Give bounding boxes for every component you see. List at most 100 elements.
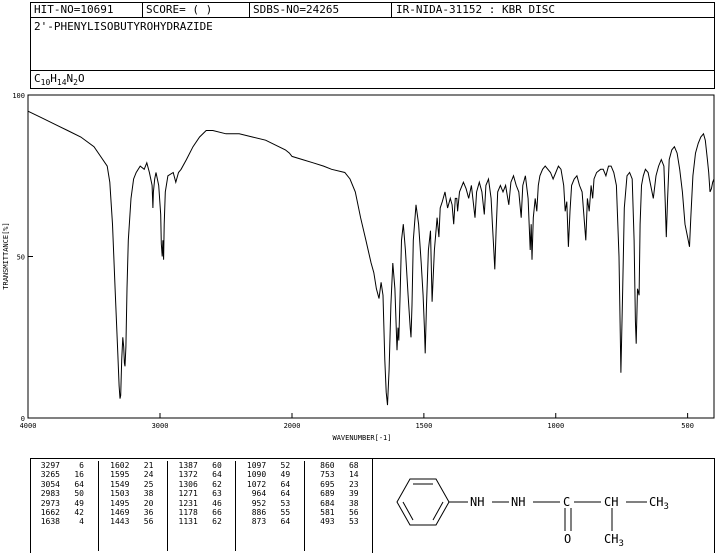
peak-wavenumber: 1638 [40,517,60,527]
peak-transmittance: 55 [280,508,291,518]
peak-row: 1090 49 [242,470,290,479]
carbonyl-carbon-label: C [563,495,570,509]
peak-transmittance: 42 [74,508,84,518]
peak-row: 1131 62 [174,517,222,526]
peak-row: 1443 56 [105,517,153,526]
peak-row: 1387 60 [174,461,222,470]
y-axis-label: TRANSMITTANCE[%] [2,222,10,289]
x-tick-label: 1000 [547,422,564,430]
y-tick-label: 50 [17,254,25,262]
peak-transmittance: 23 [348,479,359,489]
peak-transmittance: 20 [143,498,154,508]
peak-transmittance: 64 [280,489,291,499]
peak-row: 1503 38 [105,489,153,498]
peak-wavenumber: 1271 [178,489,198,499]
peak-wavenumber: 1131 [178,517,198,527]
x-tick-label: 500 [681,422,694,430]
peak-wavenumber: 3297 [40,461,60,470]
peak-row: 1469 36 [105,508,153,517]
peak-transmittance: 38 [348,498,359,508]
peak-column: 1387 60 1372 64 1306 62 1271 63 1231 46 1178 66 1131… [166,461,235,551]
peak-transmittance: 38 [143,489,154,499]
peak-wavenumber: 753 [320,470,335,480]
peak-wavenumber: 1090 [246,470,267,480]
peak-transmittance: 53 [348,517,359,527]
peak-wavenumber: 886 [251,508,267,518]
peak-transmittance: 56 [143,517,154,527]
peak-wavenumber: 3265 [40,470,60,480]
peak-transmittance: 52 [280,461,291,470]
peak-row: 886 55 [242,508,290,517]
peak-wavenumber: 2973 [40,498,60,508]
peak-transmittance: 21 [143,461,154,470]
peak-transmittance: 56 [348,508,359,518]
x-tick-label: 3000 [152,422,169,430]
peak-transmittance: 46 [212,498,222,508]
peak-row: 1306 62 [174,480,222,489]
peak-transmittance: 16 [74,470,84,480]
peak-transmittance: 64 [74,479,84,489]
peak-row: 753 14 [311,470,359,480]
x-axis-ticks: 4000 3000 2000 1500 1000 500 [20,413,694,430]
y-tick-label: 100 [12,92,25,100]
peak-transmittance: 64 [280,479,291,489]
peak-wavenumber: 689 [320,489,335,499]
y-axis-ticks: 100500 [12,92,33,423]
peak-transmittance: 53 [280,498,291,508]
peak-row: 684 38 [311,498,359,508]
peak-row: 860 68 [311,461,359,470]
peak-transmittance: 24 [143,470,154,480]
peak-row: 1372 64 [174,470,222,479]
ir-spectrum-chart: 100 500 4000 3000 2000 1500 1000 500 WAVENUMBE… [2,92,715,442]
peak-row: 3297 6 [36,461,84,470]
peak-transmittance: 6 [79,461,84,470]
peak-wavenumber: 1602 [110,461,130,470]
peak-transmittance: 68 [348,461,359,470]
peak-row: 1271 63 [174,489,222,498]
peak-table-divider [372,458,373,553]
x-axis-label: WAVENUMBER[-1] [332,434,391,442]
peak-wavenumber: 1595 [110,470,130,480]
peak-wavenumber: 684 [320,498,335,508]
peak-transmittance: 63 [212,489,222,499]
peak-wavenumber: 1503 [110,489,130,499]
peak-transmittance: 4 [79,517,84,527]
peak-row: 1231 46 [174,499,222,508]
peak-wavenumber: 1072 [246,479,267,489]
peak-column-table: 1097 52 1090 49 1072 64 964 64 952 53 886 55 873 64 [242,461,290,527]
peak-wavenumber: 581 [320,508,335,518]
peak-transmittance: 64 [212,470,222,480]
peak-column-table: 3297 6 3265 16 3054 64 2983 50 2973 49 1662 42 1638 4 [36,461,84,527]
ch3-top-label: CH3 [649,495,669,512]
peak-wavenumber: 695 [320,479,335,489]
x-tick-label: 4000 [20,422,37,430]
peak-wavenumber: 860 [320,461,335,470]
peak-wavenumber: 873 [251,517,267,527]
peak-transmittance: 39 [348,489,359,499]
peak-row: 1602 21 [105,461,153,470]
peak-transmittance: 14 [348,470,359,480]
peak-column-table: 1602 21 1595 24 1549 25 1503 38 1495 20 1469 36 1443… [105,461,153,527]
peak-wavenumber: 493 [320,517,335,527]
peak-row: 1595 24 [105,470,153,479]
peak-column: 3297 6 3265 16 3054 64 2983 50 2973 49 1662 42 1638 4 [30,461,98,551]
peak-row: 581 56 [311,508,359,518]
peak-wavenumber: 1306 [178,479,198,489]
ch-label: CH [604,495,618,509]
peak-wavenumber: 1372 [178,470,198,480]
peak-transmittance: 62 [212,479,222,489]
peak-transmittance: 50 [74,489,84,499]
peak-wavenumber: 1097 [246,461,267,470]
peak-row: 3265 16 [36,470,84,479]
peak-column: 1602 21 1595 24 1549 25 1503 38 1495 20 1469 36 1443… [98,461,166,551]
peak-row: 3054 64 [36,480,84,489]
x-tick-label: 2000 [284,422,301,430]
peak-row: 952 53 [242,499,290,508]
peak-transmittance: 36 [143,508,154,518]
peak-transmittance: 62 [212,517,222,527]
peak-row: 1638 4 [36,517,84,526]
nh-label-1: NH [470,495,484,509]
peak-row: 1495 20 [105,499,153,508]
peak-wavenumber: 1443 [110,517,130,527]
peak-wavenumber: 1662 [40,508,60,518]
